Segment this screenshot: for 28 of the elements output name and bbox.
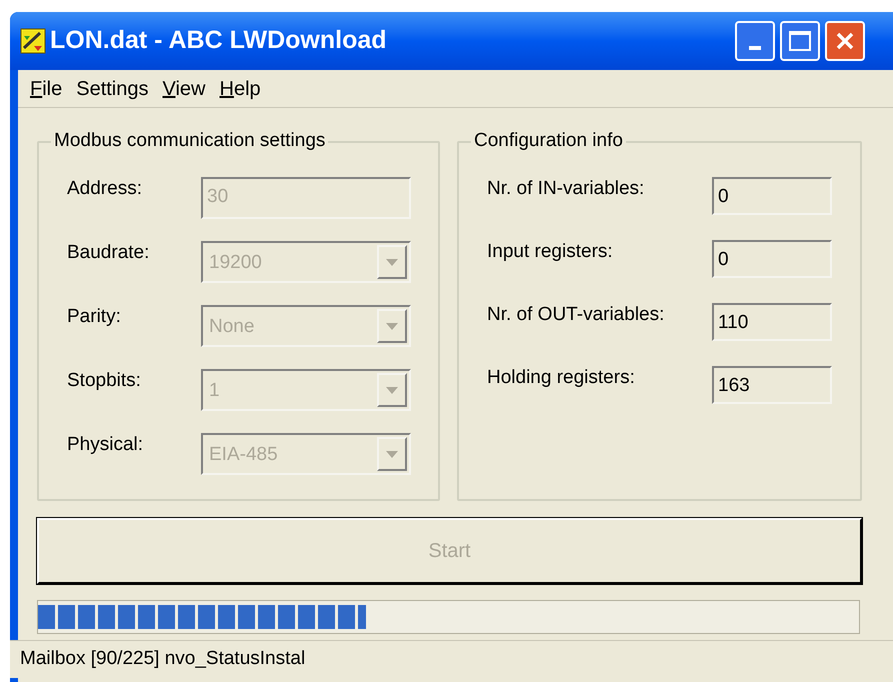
- menu-item[interactable]: View: [156, 74, 212, 104]
- maximize-icon: [789, 31, 811, 51]
- close-button[interactable]: [825, 21, 865, 61]
- field-label: Input registers:: [487, 240, 614, 261]
- field-label: Physical:: [67, 433, 144, 454]
- maximize-button[interactable]: [780, 21, 820, 61]
- minimize-icon: [749, 46, 761, 50]
- field-label: Nr. of OUT-variables:: [487, 303, 666, 324]
- menu-item[interactable]: Help: [214, 74, 267, 104]
- field-label: Nr. of IN-variables:: [487, 177, 646, 198]
- close-icon: [835, 31, 855, 51]
- input-field[interactable]: 110: [712, 303, 832, 341]
- input-field[interactable]: 0: [712, 240, 832, 278]
- field-label: Address:: [67, 177, 143, 198]
- menu-item[interactable]: File: [24, 74, 68, 104]
- input-field[interactable]: 163: [712, 366, 832, 404]
- minimize-button[interactable]: [735, 21, 775, 61]
- field-label: Stopbits:: [67, 369, 142, 390]
- field-label: Baudrate:: [67, 241, 150, 262]
- group-title: Configuration info: [471, 129, 626, 153]
- app-icon: [20, 28, 46, 54]
- field-label: Holding registers:: [487, 366, 636, 387]
- menu-item[interactable]: Settings: [70, 74, 154, 104]
- input-field[interactable]: 0: [712, 177, 832, 215]
- field-label: Parity:: [67, 305, 122, 326]
- group-title: Modbus communication settings: [51, 129, 328, 153]
- status-text: Mailbox [90/225] nvo_StatusInstal: [20, 647, 306, 672]
- window-title: LON.dat - ABC LWDownload: [50, 25, 388, 56]
